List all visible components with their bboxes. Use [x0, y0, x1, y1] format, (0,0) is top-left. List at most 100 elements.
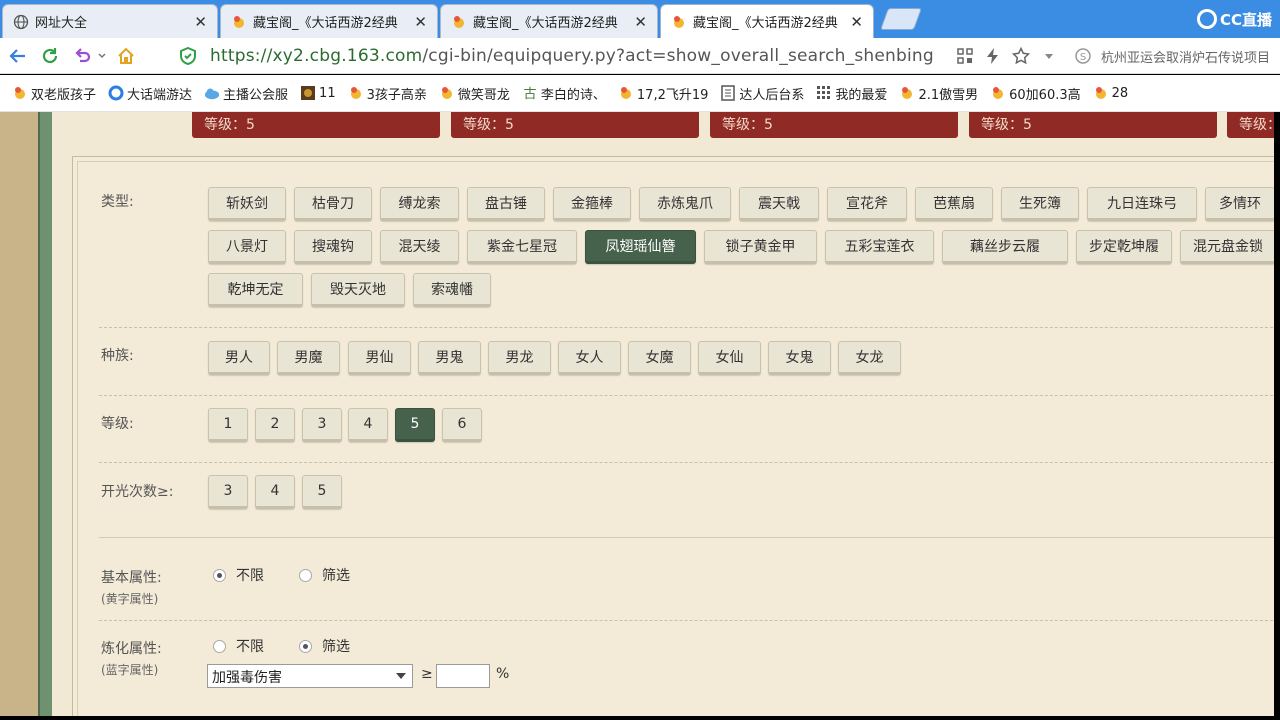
chevron-down-icon[interactable] [96, 42, 108, 70]
refine-attr-sub: (蓝字属性) [101, 663, 159, 677]
race-option[interactable]: 女鬼 [768, 341, 831, 375]
tab-1[interactable]: 网址大全 ✕ [2, 4, 218, 38]
race-option[interactable]: 男鬼 [418, 341, 481, 375]
bookmark-label: 60加60.3高 [1009, 87, 1081, 103]
close-icon[interactable]: ✕ [634, 13, 647, 31]
type-option[interactable]: 金箍棒 [553, 187, 631, 221]
race-option[interactable]: 男仙 [348, 341, 411, 375]
bookmark-label: 双老版孩子 [31, 87, 97, 103]
open-count-option[interactable]: 3 [208, 475, 248, 509]
lightning-icon[interactable] [979, 42, 1007, 70]
bookmark-item[interactable]: 古李白的诗、 [522, 84, 606, 103]
back-icon[interactable] [4, 42, 32, 70]
bookmark-item[interactable]: 微笑哥龙 [439, 84, 510, 103]
level-option[interactable]: 2 [255, 408, 295, 442]
base-attr-all-radio[interactable]: 不限 [213, 565, 264, 585]
type-option[interactable]: 混天绫 [380, 230, 459, 264]
bookmark-item[interactable]: 60加60.3高 [990, 84, 1081, 103]
bookmark-item[interactable]: 达人后台系 [720, 84, 804, 103]
type-option[interactable]: 芭蕉扇 [915, 187, 993, 221]
race-option[interactable]: 女魔 [628, 341, 691, 375]
bookmark-label: 微笑哥龙 [457, 87, 510, 103]
close-icon[interactable]: ✕ [414, 13, 427, 31]
chevron-down-icon [396, 673, 406, 679]
type-option[interactable]: 斩妖剑 [208, 187, 286, 221]
type-option[interactable]: 五彩宝莲衣 [825, 230, 934, 264]
grade-box: 等级：5 [192, 112, 440, 138]
race-option[interactable]: 男人 [208, 341, 270, 375]
bookmark-label: 主播公会服 [223, 87, 289, 103]
refine-attr-label: 炼化属性: [101, 641, 162, 657]
open-count-option[interactable]: 5 [302, 475, 342, 509]
type-option[interactable]: 赤炼鬼爪 [639, 187, 731, 221]
refine-attr-value-input[interactable] [436, 664, 490, 688]
type-option[interactable]: 索魂幡 [413, 273, 491, 307]
open-count-option[interactable]: 4 [255, 475, 295, 509]
type-option[interactable]: 震天戟 [739, 187, 819, 221]
base-attr-filter-radio[interactable]: 筛选 [299, 565, 350, 585]
tab-4-active[interactable]: 藏宝阁_《大话西游2经典 ✕ [660, 4, 874, 38]
refine-attr-filter-radio[interactable]: 筛选 [299, 636, 350, 656]
type-option[interactable]: 毁天灭地 [311, 273, 405, 307]
type-option[interactable]: 紫金七星冠 [467, 230, 577, 264]
level-option[interactable]: 1 [208, 408, 248, 442]
race-option[interactable]: 男魔 [277, 341, 340, 375]
refine-attr-select[interactable]: 加强毒伤害 [207, 664, 413, 688]
level-label: 等级: [101, 416, 134, 432]
chevron-down-icon[interactable] [1035, 42, 1063, 70]
type-option[interactable]: 锁子黄金甲 [704, 230, 817, 264]
race-option[interactable]: 女人 [558, 341, 621, 375]
grade-box: 等级：5 [969, 112, 1217, 138]
tab-3[interactable]: 藏宝阁_《大话西游2经典 ✕ [440, 4, 658, 38]
bookmark-item[interactable]: 主播公会服 [204, 84, 288, 103]
type-option[interactable]: 枯骨刀 [294, 187, 372, 221]
undo-icon[interactable] [68, 42, 96, 70]
tab-title: 网址大全 [35, 16, 88, 31]
type-option[interactable]: 藕丝步云履 [942, 230, 1068, 264]
document-icon [720, 85, 736, 101]
type-option[interactable]: 生死簿 [1001, 187, 1079, 221]
bookmark-item[interactable]: 28 [1093, 85, 1128, 101]
treasure-icon [899, 85, 915, 101]
race-option[interactable]: 女仙 [698, 341, 761, 375]
home-icon[interactable] [112, 42, 140, 70]
type-option[interactable]: 八景灯 [208, 230, 286, 264]
refresh-icon[interactable] [36, 42, 64, 70]
bookmark-item[interactable]: 11 [300, 85, 336, 101]
type-option[interactable]: 宣花斧 [827, 187, 907, 221]
race-option[interactable]: 男龙 [488, 341, 551, 375]
type-option[interactable]: 多情环 [1205, 187, 1274, 221]
level-option[interactable]: 5 [395, 408, 435, 442]
bookmark-item[interactable]: 大话端游达 [108, 84, 192, 103]
close-icon[interactable]: ✕ [850, 13, 863, 31]
type-option[interactable]: 搜魂钩 [294, 230, 372, 264]
type-option[interactable]: 盘古锤 [467, 187, 545, 221]
type-option[interactable]: 步定乾坤履 [1076, 230, 1172, 264]
address-bar[interactable]: https://xy2.cbg.163.com/cgi-bin/equipque… [210, 46, 934, 66]
level-option[interactable]: 3 [302, 408, 342, 442]
type-option[interactable]: 混元盘金锁 [1180, 230, 1274, 264]
bookmark-item[interactable]: 双老版孩子 [12, 84, 96, 103]
tab-2[interactable]: 藏宝阁_《大话西游2经典 ✕ [220, 4, 438, 38]
level-option[interactable]: 6 [442, 408, 482, 442]
bookmark-item[interactable]: 2.1傲雪男 [899, 84, 978, 103]
star-icon[interactable] [1007, 42, 1035, 70]
type-option[interactable]: 乾坤无定 [208, 273, 303, 307]
cc-live-logo: CC直播 [1196, 6, 1272, 32]
refine-attr-all-radio[interactable]: 不限 [213, 636, 264, 656]
type-option[interactable]: 凤翅瑶仙簪 [585, 230, 696, 264]
search-hint[interactable]: 杭州亚运会取消炉石传说项目 [1101, 47, 1270, 66]
nav-right-tools: S 杭州亚运会取消炉石传说项目 [951, 38, 1280, 74]
bookmark-item[interactable]: 我的最爱 [816, 84, 887, 103]
type-option[interactable]: 九日连珠弓 [1087, 187, 1197, 221]
race-option[interactable]: 女龙 [838, 341, 901, 375]
type-option[interactable]: 缚龙索 [380, 187, 459, 221]
close-icon[interactable]: ✕ [194, 13, 207, 31]
base-attr-label: 基本属性: [101, 570, 162, 586]
level-option[interactable]: 4 [348, 408, 388, 442]
bookmark-item[interactable]: 17,2飞升19 [618, 84, 708, 103]
bookmark-item[interactable]: 3孩子高亲 [348, 84, 427, 103]
new-tab-button[interactable] [879, 8, 923, 30]
qr-code-icon[interactable] [951, 42, 979, 70]
search-engine-icon[interactable]: S [1069, 42, 1097, 70]
